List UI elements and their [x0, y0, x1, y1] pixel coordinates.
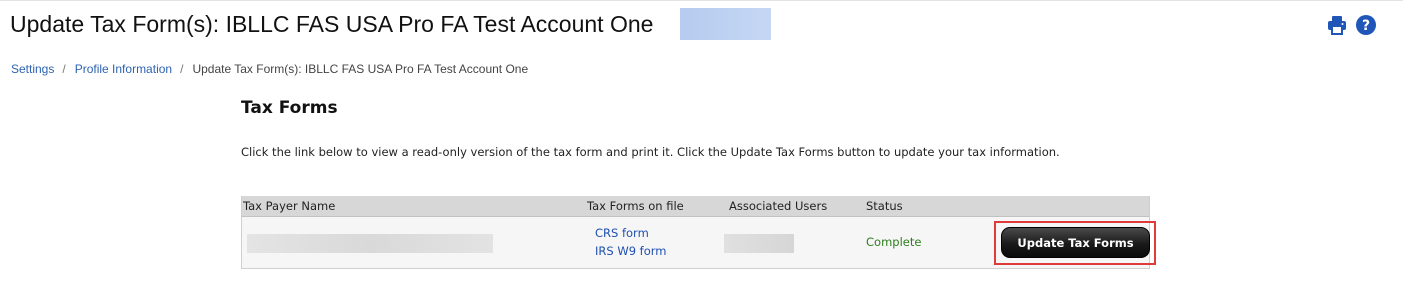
column-header-associated-users: Associated Users: [729, 199, 828, 213]
redacted-tax-payer-name: [247, 234, 493, 253]
top-divider: [0, 0, 1403, 1]
update-tax-forms-button[interactable]: Update Tax Forms: [1001, 227, 1150, 258]
irs-w9-form-link[interactable]: IRS W9 form: [595, 244, 667, 258]
crs-form-link[interactable]: CRS form: [595, 226, 649, 240]
breadcrumb-settings-link[interactable]: Settings: [11, 62, 54, 76]
breadcrumb-current: Update Tax Form(s): IBLLC FAS USA Pro FA…: [192, 62, 529, 76]
page-title: Update Tax Form(s): IBLLC FAS USA Pro FA…: [10, 11, 654, 37]
column-header-tax-payer-name: Tax Payer Name: [243, 199, 336, 213]
column-header-status: Status: [866, 199, 903, 213]
section-title: Tax Forms: [241, 98, 338, 118]
column-header-tax-forms: Tax Forms on file: [587, 199, 684, 213]
instructions-text: Click the link below to view a read-only…: [241, 145, 1060, 159]
redacted-account-id: [680, 8, 771, 40]
breadcrumb-profile-information-link[interactable]: Profile Information: [75, 62, 172, 76]
printer-icon[interactable]: [1326, 14, 1348, 36]
breadcrumb-separator: /: [180, 62, 184, 76]
table-header: Tax Payer Name Tax Forms on file Associa…: [242, 196, 1149, 217]
svg-text:?: ?: [1362, 18, 1370, 34]
help-icon[interactable]: ?: [1355, 14, 1377, 36]
redacted-associated-users: [724, 234, 794, 253]
breadcrumb-separator: /: [62, 62, 66, 76]
breadcrumb: Settings / Profile Information / Update Tax …: [11, 62, 528, 76]
status-complete: Complete: [866, 235, 922, 249]
